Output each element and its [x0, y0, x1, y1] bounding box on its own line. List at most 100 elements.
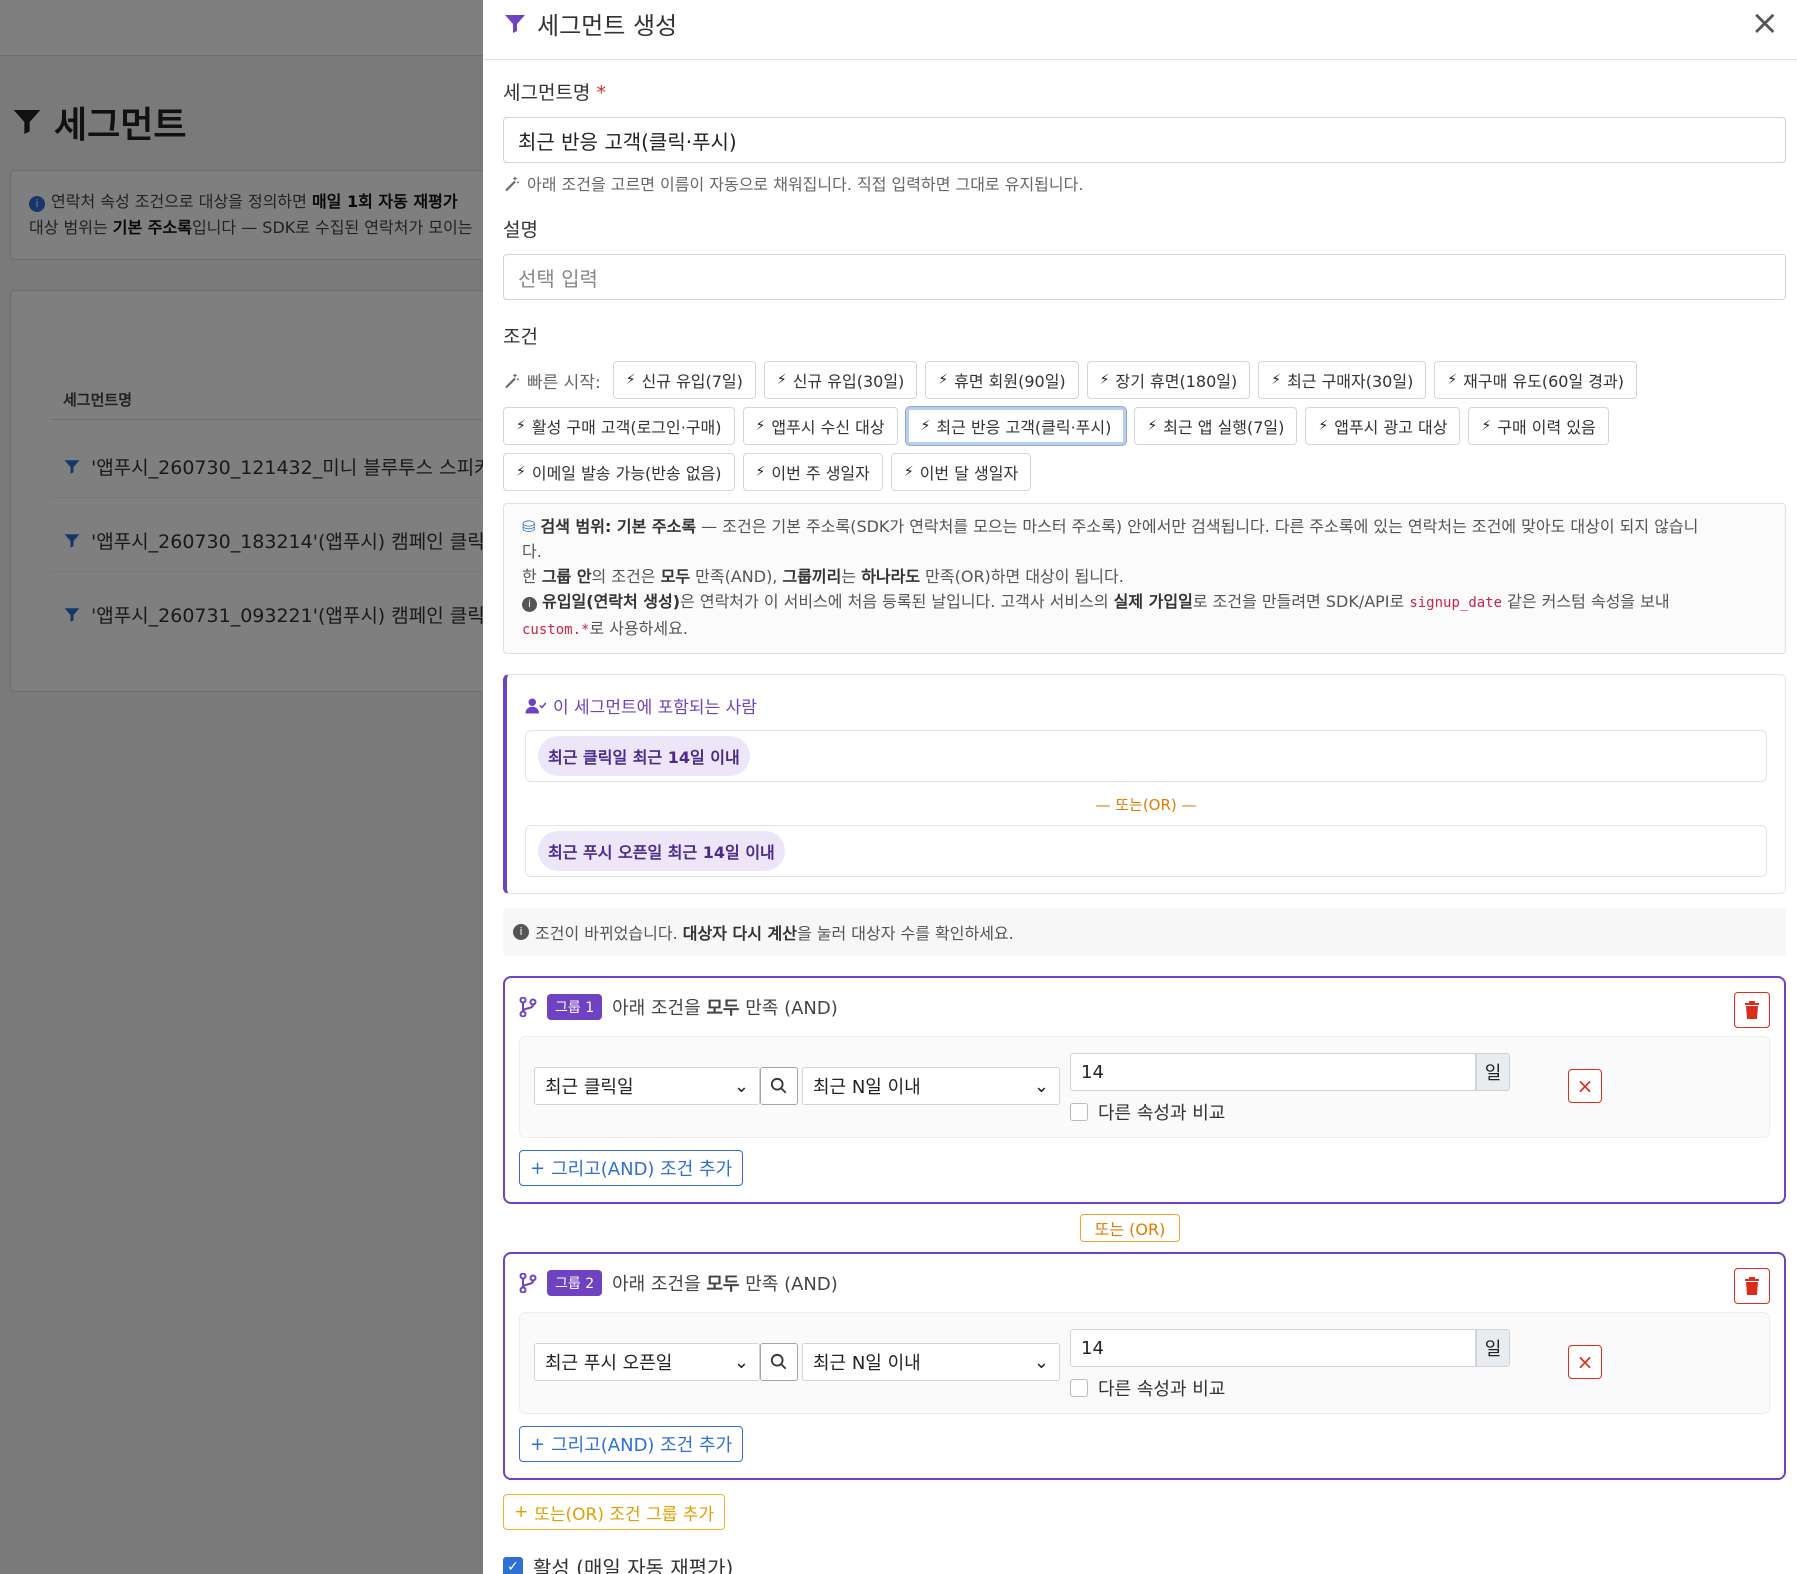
modal-title: 세그먼트 생성: [503, 6, 677, 41]
quick-start-button[interactable]: ⚡ 재구매 유도(60일 경과): [1434, 361, 1637, 399]
quick-start-button[interactable]: ⚡ 활성 구매 고객(로그인·구매): [503, 407, 735, 445]
quick-start-button[interactable]: ⚡ 이번 주 생일자: [742, 453, 883, 491]
search-icon: [770, 1353, 787, 1370]
bolt-icon: ⚡: [903, 464, 914, 480]
chevron-down-icon: ⌄: [1033, 1075, 1049, 1097]
name-label: 세그먼트명 *: [503, 82, 606, 104]
quick-start-label: 최근 앱 실행(7일): [1163, 418, 1285, 437]
operator-select[interactable]: 최근 N일 이내 ⌄: [802, 1067, 1060, 1105]
quick-start-button[interactable]: ⚡ 신규 유입(7일): [612, 361, 756, 399]
condition-group-2: 그룹 2 아래 조건을 모두 만족 (AND) 최근 푸시 오픈일 ⌄ 최근 N일…: [503, 1252, 1786, 1480]
quick-start-label: 이메일 발송 가능(반송 없음): [531, 464, 722, 483]
magic-wand-icon: [505, 373, 520, 389]
trash-icon: [1745, 1277, 1759, 1295]
quick-start-label: 활성 구매 고객(로그인·구매): [531, 418, 722, 437]
segment-name-input[interactable]: 최근 반응 고객(클릭·푸시): [503, 117, 1786, 163]
or-separator: 또는 (OR): [1080, 1214, 1180, 1242]
checkbox[interactable]: [1070, 1379, 1088, 1397]
add-or-group-button[interactable]: + 또는(OR) 조건 그룹 추가: [503, 1494, 726, 1530]
quick-start-label: 이번 주 생일자: [771, 464, 870, 483]
group-header: 그룹 2 아래 조건을 모두 만족 (AND): [519, 1270, 1770, 1296]
quick-start-label: 최근 반응 고객(클릭·푸시): [936, 418, 1112, 437]
recalc-notice: i 조건이 바뀌었습니다. 대상자 다시 계산을 눌러 대상자 수를 확인하세요…: [503, 908, 1786, 956]
bolt-icon: ⚡: [1481, 418, 1492, 434]
quick-start-button[interactable]: ⚡ 앱푸시 수신 대상: [742, 407, 898, 445]
chevron-down-icon: ⌄: [733, 1351, 749, 1373]
checkbox[interactable]: [1070, 1103, 1088, 1121]
conditions-label: 조건: [503, 326, 538, 348]
compare-attribute-checkbox[interactable]: 다른 속성과 비교: [1070, 1375, 1225, 1401]
create-segment-modal: 세그먼트 생성 × 세그먼트명 * 최근 반응 고객(클릭·푸시) 아래 조건을…: [483, 0, 1797, 1574]
add-and-condition-button[interactable]: + 그리고(AND) 조건 추가: [519, 1426, 744, 1462]
group-header: 그룹 1 아래 조건을 모두 만족 (AND): [519, 994, 1770, 1020]
quick-start-label: 이번 달 생일자: [919, 464, 1019, 483]
bolt-icon: ⚡: [1099, 372, 1110, 388]
quick-start-button[interactable]: ⚡ 신규 유입(30일): [763, 361, 918, 399]
delete-group-button[interactable]: [1734, 992, 1770, 1028]
value-input[interactable]: 14: [1070, 1329, 1476, 1367]
operator-select[interactable]: 최근 N일 이내 ⌄: [802, 1343, 1060, 1381]
bolt-icon: ⚡: [516, 464, 526, 480]
delete-group-button[interactable]: [1734, 1268, 1770, 1304]
desc-label: 설명: [503, 219, 538, 241]
bolt-icon: ⚡: [1271, 372, 1282, 388]
modal-title-text: 세그먼트 생성: [537, 12, 678, 40]
quick-start-label: 신규 유입(7일): [641, 372, 743, 391]
bolt-icon: ⚡: [625, 372, 636, 388]
preview-pill: 최근 클릭일 최근 14일 이내: [538, 736, 750, 776]
bolt-icon: ⚡: [1447, 372, 1458, 388]
segment-preview: 이 세그먼트에 포함되는 사람 최근 클릭일 최근 14일 이내 — 또는(OR…: [503, 674, 1786, 894]
quick-start-label: 앱푸시 수신 대상: [771, 418, 885, 437]
quick-start-button[interactable]: ⚡ 앱푸시 광고 대상: [1305, 407, 1461, 445]
chevron-down-icon: ⌄: [1033, 1351, 1049, 1373]
remove-condition-button[interactable]: ×: [1568, 1069, 1602, 1103]
quick-start-button[interactable]: ⚡ 구매 이력 있음: [1468, 407, 1609, 445]
quick-start-button[interactable]: ⚡ 최근 구매자(30일): [1258, 361, 1427, 399]
database-icon: ⛁: [522, 517, 536, 536]
preview-pill: 최근 푸시 오픈일 최근 14일 이내: [538, 831, 785, 871]
condition-row: 최근 푸시 오픈일 ⌄ 최근 N일 이내 ⌄ 14 일 다른 속성과 비교 ×: [519, 1312, 1770, 1414]
quick-start-button[interactable]: ⚡ 휴면 회원(90일): [925, 361, 1079, 399]
search-icon: [770, 1077, 787, 1094]
info-icon: i: [513, 924, 529, 940]
add-and-condition-button[interactable]: + 그리고(AND) 조건 추가: [519, 1150, 744, 1186]
group-badge: 그룹 2: [547, 1270, 603, 1296]
quick-start-button[interactable]: ⚡ 이메일 발송 가능(반송 없음): [503, 453, 735, 491]
quick-start-label: 휴면 회원(90일): [954, 372, 1066, 391]
bolt-icon: ⚡: [755, 464, 766, 480]
bolt-icon: ⚡: [938, 372, 949, 388]
quick-start-button[interactable]: ⚡ 장기 휴면(180일): [1086, 361, 1251, 399]
required-mark: *: [596, 82, 606, 104]
quick-start-label: 신규 유입(30일): [792, 372, 905, 391]
quick-start-button[interactable]: ⚡ 최근 반응 고객(클릭·푸시): [905, 407, 1127, 445]
preview-heading: 이 세그먼트에 포함되는 사람: [525, 693, 1767, 718]
quick-start-button[interactable]: ⚡ 이번 달 생일자: [890, 453, 1032, 491]
bolt-icon: ⚡: [755, 418, 766, 434]
quick-start-label: 구매 이력 있음: [1497, 418, 1596, 437]
field-search-button[interactable]: [760, 1343, 798, 1381]
description-input[interactable]: 선택 입력: [503, 254, 1786, 300]
close-icon: ×: [1576, 1350, 1594, 1374]
field-search-button[interactable]: [760, 1067, 798, 1105]
compare-attribute-checkbox[interactable]: 다른 속성과 비교: [1070, 1099, 1225, 1125]
value-input[interactable]: 14: [1070, 1053, 1476, 1091]
active-toggle[interactable]: ✓ 활성 (매일 자동 재평가): [503, 1552, 1797, 1574]
quick-start-label: 재구매 유도(60일 경과): [1463, 372, 1624, 391]
close-icon[interactable]: ×: [1751, 6, 1780, 40]
bolt-icon: ⚡: [516, 418, 526, 434]
user-check-icon: [525, 698, 547, 713]
quick-start-label-text: 빠른 시작:: [527, 372, 601, 393]
group-badge: 그룹 1: [547, 994, 603, 1020]
filter-icon: [505, 14, 525, 33]
modal-header: 세그먼트 생성 ×: [483, 0, 1797, 60]
field-select[interactable]: 최근 푸시 오픈일 ⌄: [534, 1343, 760, 1381]
active-checkbox[interactable]: ✓: [503, 1556, 523, 1574]
remove-condition-button[interactable]: ×: [1568, 1345, 1602, 1379]
bolt-icon: ⚡: [776, 372, 787, 388]
close-icon: ×: [1576, 1074, 1594, 1098]
field-select[interactable]: 최근 클릭일 ⌄: [534, 1067, 760, 1105]
branch-icon: [519, 1273, 537, 1293]
quick-start-button[interactable]: ⚡ 최근 앱 실행(7일): [1134, 407, 1298, 445]
branch-icon: [519, 997, 537, 1017]
plus-icon: +: [514, 1502, 529, 1522]
